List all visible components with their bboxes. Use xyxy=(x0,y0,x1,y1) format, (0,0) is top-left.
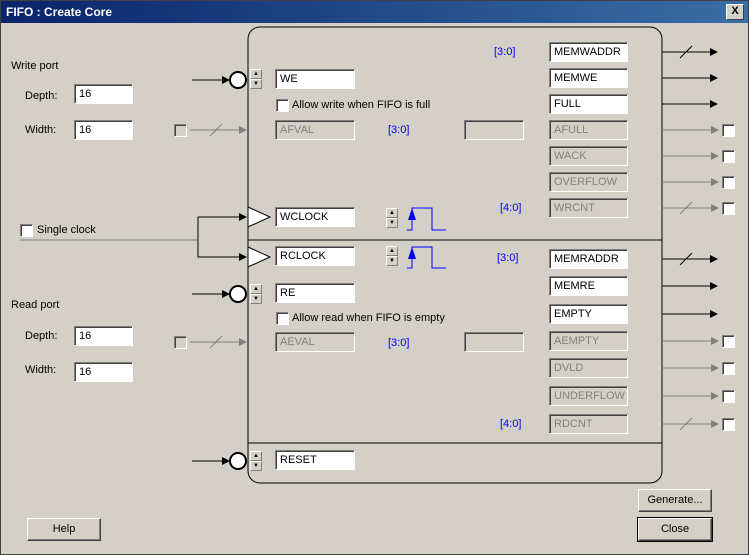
wclock-edge-spinner[interactable]: ▲ ▼ xyxy=(386,208,398,230)
overflow-output[interactable]: OVERFLOW xyxy=(549,172,628,192)
allow-read-empty-label: Allow read when FIFO is empty xyxy=(292,312,445,324)
afval-range: [3:0] xyxy=(388,124,410,136)
write-port-heading: Write port xyxy=(11,60,59,72)
memre-output[interactable]: MEMRE xyxy=(549,276,628,296)
reset-field[interactable]: RESET xyxy=(275,450,355,470)
memraddr-output[interactable]: MEMRADDR xyxy=(549,249,628,269)
reset-polarity-spinner[interactable]: ▲ ▼ xyxy=(250,451,262,473)
help-button[interactable]: Help xyxy=(27,518,101,541)
wack-output[interactable]: WACK xyxy=(549,146,628,166)
full-output[interactable]: FULL xyxy=(549,94,628,114)
afval-field[interactable]: AFVAL xyxy=(275,120,355,140)
read-depth-field[interactable]: 16 xyxy=(74,326,133,346)
underflow-enable-checkbox[interactable] xyxy=(722,390,735,403)
we-invert-bubble[interactable] xyxy=(229,71,247,89)
dvld-output[interactable]: DVLD xyxy=(549,358,628,378)
aeval-value-field[interactable] xyxy=(464,332,524,352)
write-width-label: Width: xyxy=(25,124,57,136)
we-field[interactable]: WE xyxy=(275,69,355,89)
allow-write-full-label: Allow write when FIFO is full xyxy=(292,99,431,111)
aeval-field[interactable]: AEVAL xyxy=(275,332,355,352)
write-width-field[interactable]: 16 xyxy=(74,120,133,140)
close-button[interactable]: Close xyxy=(637,517,713,542)
aeval-enable-checkbox[interactable] xyxy=(174,336,187,349)
rclock-field[interactable]: RCLOCK xyxy=(275,246,355,266)
afull-enable-checkbox[interactable] xyxy=(722,124,735,137)
memwaddr-range: [3:0] xyxy=(494,46,516,58)
aeval-range: [3:0] xyxy=(388,337,410,349)
rclock-edge-spinner[interactable]: ▲ ▼ xyxy=(386,246,398,268)
wrcnt-enable-checkbox[interactable] xyxy=(722,202,735,215)
aempty-enable-checkbox[interactable] xyxy=(722,335,735,348)
underflow-output[interactable]: UNDERFLOW xyxy=(549,386,628,406)
read-port-heading: Read port xyxy=(11,299,60,311)
afval-enable-checkbox[interactable] xyxy=(174,124,187,137)
allow-write-full-checkbox[interactable] xyxy=(276,99,289,112)
memwaddr-output[interactable]: MEMWADDR xyxy=(549,42,628,62)
afval-value-field[interactable] xyxy=(464,120,524,140)
write-depth-label: Depth: xyxy=(25,90,58,102)
reset-invert-bubble[interactable] xyxy=(229,452,247,470)
memraddr-range: [3:0] xyxy=(497,252,519,264)
read-width-field[interactable]: 16 xyxy=(74,362,133,382)
generate-button[interactable]: Generate... xyxy=(638,489,712,512)
read-width-label: Width: xyxy=(25,364,57,376)
memwe-output[interactable]: MEMWE xyxy=(549,68,628,88)
write-depth-field[interactable]: 16 xyxy=(74,84,133,104)
overflow-enable-checkbox[interactable] xyxy=(722,176,735,189)
rdcnt-output[interactable]: RDCNT xyxy=(549,414,628,434)
wack-enable-checkbox[interactable] xyxy=(722,150,735,163)
wrcnt-output[interactable]: WRCNT xyxy=(549,198,628,218)
re-invert-bubble[interactable] xyxy=(229,285,247,303)
single-clock-label: Single clock xyxy=(37,224,96,236)
rdcnt-range: [4:0] xyxy=(500,418,522,430)
wrcnt-range: [4:0] xyxy=(500,202,522,214)
re-field[interactable]: RE xyxy=(275,283,355,303)
empty-output[interactable]: EMPTY xyxy=(549,304,628,324)
read-depth-label: Depth: xyxy=(25,330,58,342)
dvld-enable-checkbox[interactable] xyxy=(722,362,735,375)
allow-read-empty-checkbox[interactable] xyxy=(276,312,289,325)
we-polarity-spinner[interactable]: ▲ ▼ xyxy=(250,69,262,91)
wclock-field[interactable]: WCLOCK xyxy=(275,207,355,227)
rdcnt-enable-checkbox[interactable] xyxy=(722,418,735,431)
re-polarity-spinner[interactable]: ▲ ▼ xyxy=(250,284,262,306)
single-clock-checkbox[interactable] xyxy=(20,224,33,237)
aempty-output[interactable]: AEMPTY xyxy=(549,331,628,351)
afull-output[interactable]: AFULL xyxy=(549,120,628,140)
